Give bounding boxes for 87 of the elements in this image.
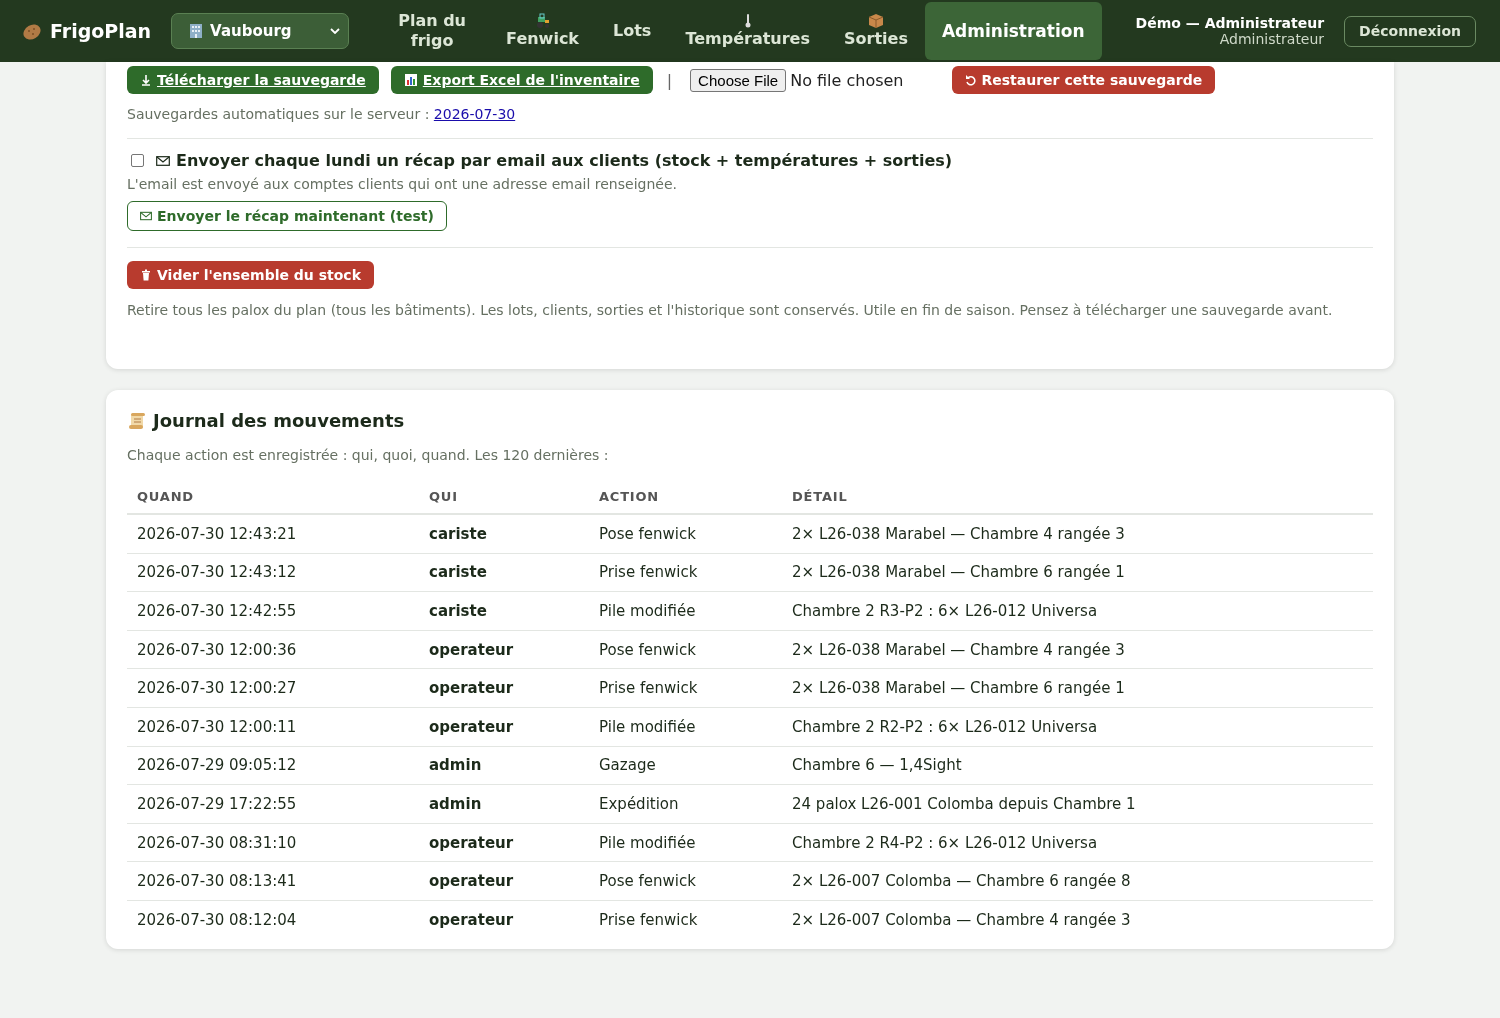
table-cell: Pose fenwick <box>589 630 782 669</box>
nav-tab[interactable]: Températures <box>668 2 827 60</box>
table-cell: 2026-07-29 17:22:55 <box>127 784 419 824</box>
column-header: QUI <box>419 483 589 514</box>
table-cell: 2026-07-30 12:43:12 <box>127 553 419 592</box>
building-icon <box>188 23 205 39</box>
table-cell: Gazage <box>589 746 782 785</box>
separator: | <box>666 70 673 90</box>
nav-tab[interactable]: Lots <box>596 2 669 60</box>
choose-file-button[interactable]: Choose File <box>690 68 787 92</box>
chart-icon <box>403 73 418 87</box>
box-icon <box>867 13 884 29</box>
auto-backup-label: Sauvegardes automatiques sur le serveur : <box>127 106 430 122</box>
undo-icon <box>964 74 977 86</box>
table-cell: Prise fenwick <box>589 900 782 939</box>
table-cell: Prise fenwick <box>589 553 782 592</box>
clear-stock-button[interactable]: Vider l'ensemble du stock <box>127 261 374 289</box>
journal-title: Journal des mouvements <box>153 410 405 431</box>
envelope-icon <box>156 153 170 168</box>
nav-tab[interactable]: Sorties <box>827 2 925 60</box>
nav-tab[interactable]: Fenwick <box>489 2 596 60</box>
potato-icon <box>22 21 42 41</box>
export-excel-button[interactable]: Export Excel de l'inventaire <box>390 66 653 94</box>
table-cell: Chambre 2 R4-P2 : 6× L26-012 Universa <box>782 823 1373 862</box>
table-cell: operateur <box>419 861 589 901</box>
table-cell: 2026-07-30 08:13:41 <box>127 861 419 901</box>
table-cell: Chambre 2 R2-P2 : 6× L26-012 Universa <box>782 707 1373 747</box>
table-cell: Expédition <box>589 784 782 824</box>
download-icon <box>140 74 152 86</box>
recap-checkbox[interactable] <box>131 154 144 167</box>
nav-tab[interactable]: Administration <box>924 2 1102 60</box>
table-cell: 2026-07-30 12:00:27 <box>127 668 419 708</box>
scroll-icon <box>127 410 147 431</box>
table-cell: 2× L26-007 Colomba — Chambre 4 rangée 3 <box>782 900 1373 939</box>
table-cell: Pile modifiée <box>589 823 782 862</box>
journal-subtitle: Chaque action est enregistrée : qui, quoi, quand. Les 120 dernières : <box>127 447 610 463</box>
table-cell: cariste <box>419 514 589 554</box>
table-cell: 2026-07-30 12:42:55 <box>127 591 419 631</box>
table-cell: Prise fenwick <box>589 668 782 708</box>
nav-tab[interactable]: Plan du frigo <box>375 2 490 60</box>
table-cell: 2026-07-30 12:00:11 <box>127 707 419 747</box>
table-cell: 2026-07-30 12:00:36 <box>127 630 419 669</box>
table-cell: Pile modifiée <box>589 707 782 747</box>
table-cell: 2× L26-007 Colomba — Chambre 6 rangée 8 <box>782 861 1373 901</box>
recap-label: Envoyer chaque lundi un récap par email aux clients (stock + températures + sorties) <box>176 151 953 170</box>
table-cell: 2× L26-038 Marabel — Chambre 6 rangée 1 <box>782 668 1373 708</box>
logout-button[interactable]: Déconnexion <box>1344 15 1476 47</box>
table-cell: operateur <box>419 668 589 708</box>
restore-button[interactable]: Restaurer cette sauvegarde <box>951 66 1216 94</box>
table-cell: 2026-07-29 09:05:12 <box>127 746 419 785</box>
table-cell: operateur <box>419 823 589 862</box>
table-cell: Pile modifiée <box>589 591 782 631</box>
table-cell: 2026-07-30 08:12:04 <box>127 900 419 939</box>
tractor-icon <box>534 13 551 29</box>
table-cell: operateur <box>419 900 589 939</box>
user-role: Administrateur <box>1219 31 1325 47</box>
user-name: Démo — Administrateur <box>1135 15 1325 31</box>
table-cell: 2× L26-038 Marabel — Chambre 6 rangée 1 <box>782 553 1373 592</box>
column-header: ACTION <box>589 483 782 514</box>
trash-icon <box>140 269 152 281</box>
table-cell: operateur <box>419 707 589 747</box>
table-cell: Pose fenwick <box>589 514 782 554</box>
clear-stock-hint: Retire tous les palox du plan (tous les bâtiments). Les lots, clients, sorties et l'historique sont conservés. Utile en fin de saison. Pensez à télécharger une sauvegarde avant. <box>127 302 1334 319</box>
table-cell: Pose fenwick <box>589 861 782 901</box>
site-select[interactable]: Vaubourg <box>171 13 350 49</box>
file-status: No file chosen <box>790 70 904 90</box>
table-cell: 2× L26-038 Marabel — Chambre 4 rangée 3 <box>782 514 1373 554</box>
table-cell: 2026-07-30 08:31:10 <box>127 823 419 862</box>
table-cell: 2026-07-30 12:43:21 <box>127 514 419 554</box>
table-cell: operateur <box>419 630 589 669</box>
table-cell: cariste <box>419 591 589 631</box>
table-cell: 24 palox L26-001 Colomba depuis Chambre 1 <box>782 784 1373 824</box>
column-header: QUAND <box>127 483 419 514</box>
envelope-icon <box>140 210 152 222</box>
column-header: DÉTAIL <box>782 483 1373 514</box>
download-backup-button[interactable]: Télécharger la sauvegarde <box>127 66 379 94</box>
backup-link[interactable]: 2026-07-30 <box>433 106 516 122</box>
table-cell: admin <box>419 746 589 785</box>
chevron-icon <box>330 28 341 34</box>
send-recap-button[interactable]: Envoyer le récap maintenant (test) <box>127 201 447 231</box>
brand-name: FrigoPlan <box>50 20 152 42</box>
table-cell: cariste <box>419 553 589 592</box>
recap-hint: L'email est envoyé aux comptes clients qui ont une adresse email renseignée. <box>127 176 678 192</box>
table-cell: admin <box>419 784 589 824</box>
table-cell: Chambre 2 R3-P2 : 6× L26-012 Universa <box>782 591 1373 631</box>
table-cell: 2× L26-038 Marabel — Chambre 4 rangée 3 <box>782 630 1373 669</box>
table-cell: Chambre 6 — 1,4Sight <box>782 746 1373 785</box>
